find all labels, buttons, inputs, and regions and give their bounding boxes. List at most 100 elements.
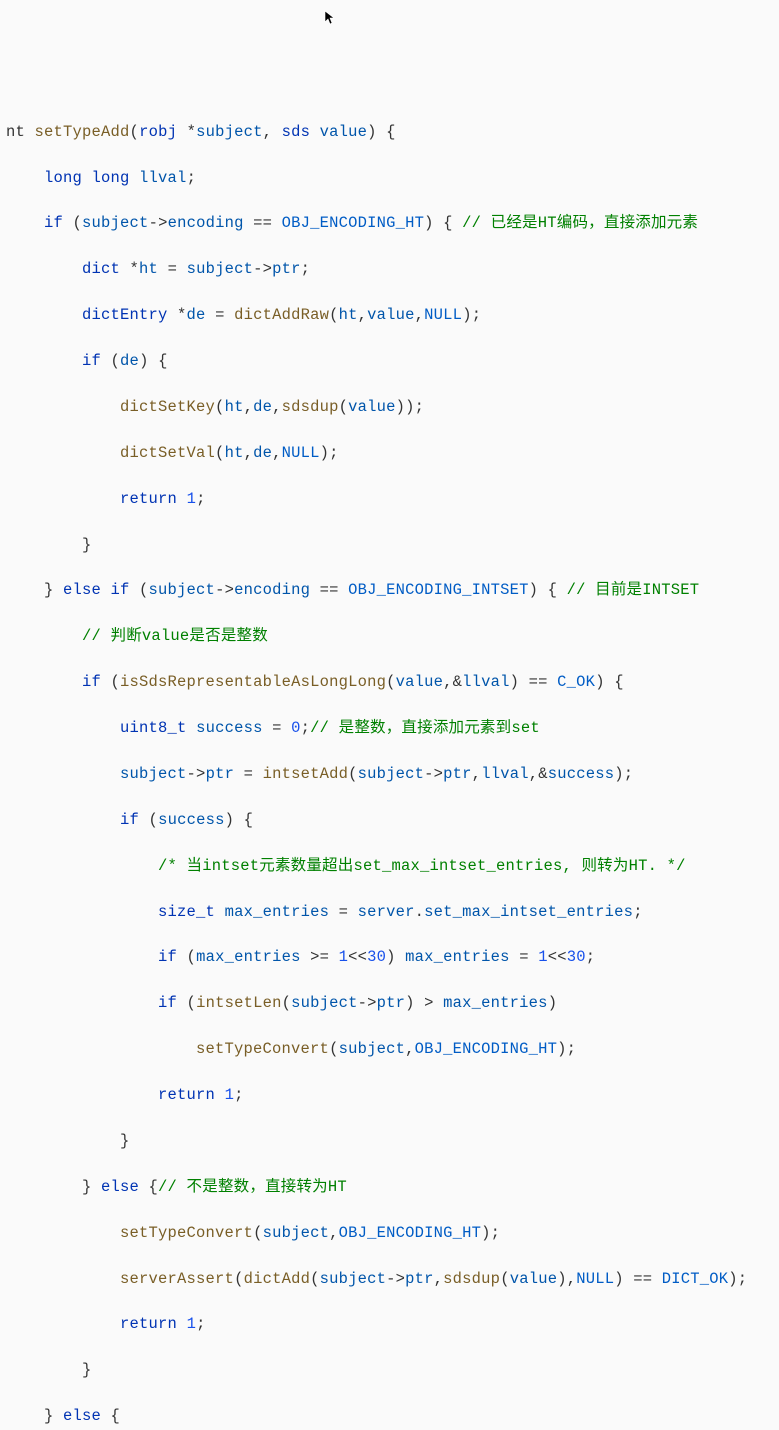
code-line: serverAssert(dictAdd(subject->ptr,sdsdup… [6,1268,779,1291]
ref-encoding: encoding [168,214,244,232]
fn-intsetLen: intsetLen [196,994,282,1012]
fn-sdsdup: sdsdup [443,1270,500,1288]
fn-intsetAdd: intsetAdd [263,765,349,783]
comment: // 已经是HT编码，直接添加元素 [462,214,698,232]
fn-dictSetVal: dictSetVal [120,444,215,462]
code-line: nt setTypeAdd(robj *subject, sds value) … [6,121,779,144]
code-line: dict *ht = subject->ptr; [6,258,779,281]
fn-isSds: isSdsRepresentableAsLongLong [120,673,386,691]
code-line: return 1; [6,488,779,511]
enum-ht: OBJ_ENCODING_HT [282,214,425,232]
ref-subject: subject [149,581,216,599]
fn-dictAdd: dictAdd [244,1270,311,1288]
num-30: 30 [367,948,386,966]
code-line: return 1; [6,1084,779,1107]
ref-subject: subject [187,260,254,278]
ref-subject: subject [358,765,425,783]
fn-setTypeConvert: setTypeConvert [120,1224,253,1242]
var-llval: llval [139,169,187,187]
code-line: } else { [6,1405,779,1428]
ref-success: success [158,811,225,829]
kw-if: if [158,948,177,966]
code-line: subject->ptr = intsetAdd(subject->ptr,ll… [6,763,779,786]
enum-cok: C_OK [557,673,595,691]
null: NULL [424,306,462,324]
num-1: 1 [538,948,548,966]
ref-smie: set_max_intset_entries [424,903,633,921]
ref-subject: subject [291,994,358,1012]
var-ht: ht [139,260,158,278]
ref-ptr: ptr [377,994,406,1012]
code-line: /* 当intset元素数量超出set_max_intset_entries, … [6,855,779,878]
ref-subject: subject [82,214,149,232]
kw-return: return [120,490,177,508]
ref-maxentries: max_entries [405,948,510,966]
ref-value: value [510,1270,558,1288]
ref-encoding: encoding [234,581,310,599]
code-line: setTypeConvert(subject,OBJ_ENCODING_HT); [6,1038,779,1061]
kw-long: long long [44,169,130,187]
ref-ptr: ptr [206,765,235,783]
comment: // 是整数，直接添加元素到set [310,719,540,737]
fn-dictAddRaw: dictAddRaw [234,306,329,324]
kw-return: return [158,1086,215,1104]
num-30: 30 [567,948,586,966]
ref-success: success [548,765,615,783]
code-line: if (max_entries >= 1<<30) max_entries = … [6,946,779,969]
comment: /* 当intset元素数量超出set_max_intset_entries, … [158,857,686,875]
code-line: if (isSdsRepresentableAsLongLong(value,&… [6,671,779,694]
ref-llval: llval [481,765,529,783]
ref-subject: subject [339,1040,406,1058]
comment: // 不是整数，直接转为HT [158,1178,347,1196]
code-line: if (intsetLen(subject->ptr) > max_entrie… [6,992,779,1015]
param-value: value [320,123,368,141]
type-dictEntry: dictEntry [82,306,168,324]
ref-value: value [396,673,444,691]
comment: // 目前是INTSET [567,581,700,599]
kw-else: else [63,1407,101,1425]
enum-intset: OBJ_ENCODING_INTSET [348,581,529,599]
ref-de: de [120,352,139,370]
code-line: } [6,1130,779,1153]
code-line: dictSetVal(ht,de,NULL); [6,442,779,465]
ref-ht: ht [225,444,244,462]
num-1: 1 [225,1086,235,1104]
fn-setTypeAdd: setTypeAdd [35,123,130,141]
kw-if: if [158,994,177,1012]
ref-ht: ht [339,306,358,324]
nt-frag: nt [6,123,25,141]
var-maxentries: max_entries [225,903,330,921]
num-1: 1 [187,1315,197,1333]
code-line: } else {// 不是整数，直接转为HT [6,1176,779,1199]
kw-if: if [82,673,101,691]
param-subject: subject [196,123,263,141]
code-line: } [6,1359,779,1382]
var-de: de [187,306,206,324]
type-size_t: size_t [158,903,215,921]
type-sds: sds [282,123,311,141]
code-line: } else if (subject->encoding == OBJ_ENCO… [6,579,779,602]
type-uint8: uint8_t [120,719,187,737]
enum-dictok: DICT_OK [662,1270,729,1288]
ref-llval: llval [462,673,510,691]
kw-return: return [120,1315,177,1333]
null: NULL [576,1270,614,1288]
enum-ht: OBJ_ENCODING_HT [415,1040,558,1058]
kw-if: if [44,214,63,232]
null: NULL [282,444,320,462]
code-block: nt setTypeAdd(robj *subject, sds value) … [6,98,779,1430]
fn-serverAssert: serverAssert [120,1270,234,1288]
ref-de: de [253,444,272,462]
comment: // 判断value是否是整数 [82,627,268,645]
code-line: return 1; [6,1313,779,1336]
code-line: if (de) { [6,350,779,373]
code-line: long long llval; [6,167,779,190]
ref-ptr: ptr [405,1270,434,1288]
ref-subject: subject [120,765,187,783]
enum-ht: OBJ_ENCODING_HT [339,1224,482,1242]
kw-else: else [101,1178,139,1196]
ref-maxentries: max_entries [443,994,548,1012]
ref-maxentries: max_entries [196,948,301,966]
cursor-icon [324,10,340,26]
type-dict: dict [82,260,120,278]
